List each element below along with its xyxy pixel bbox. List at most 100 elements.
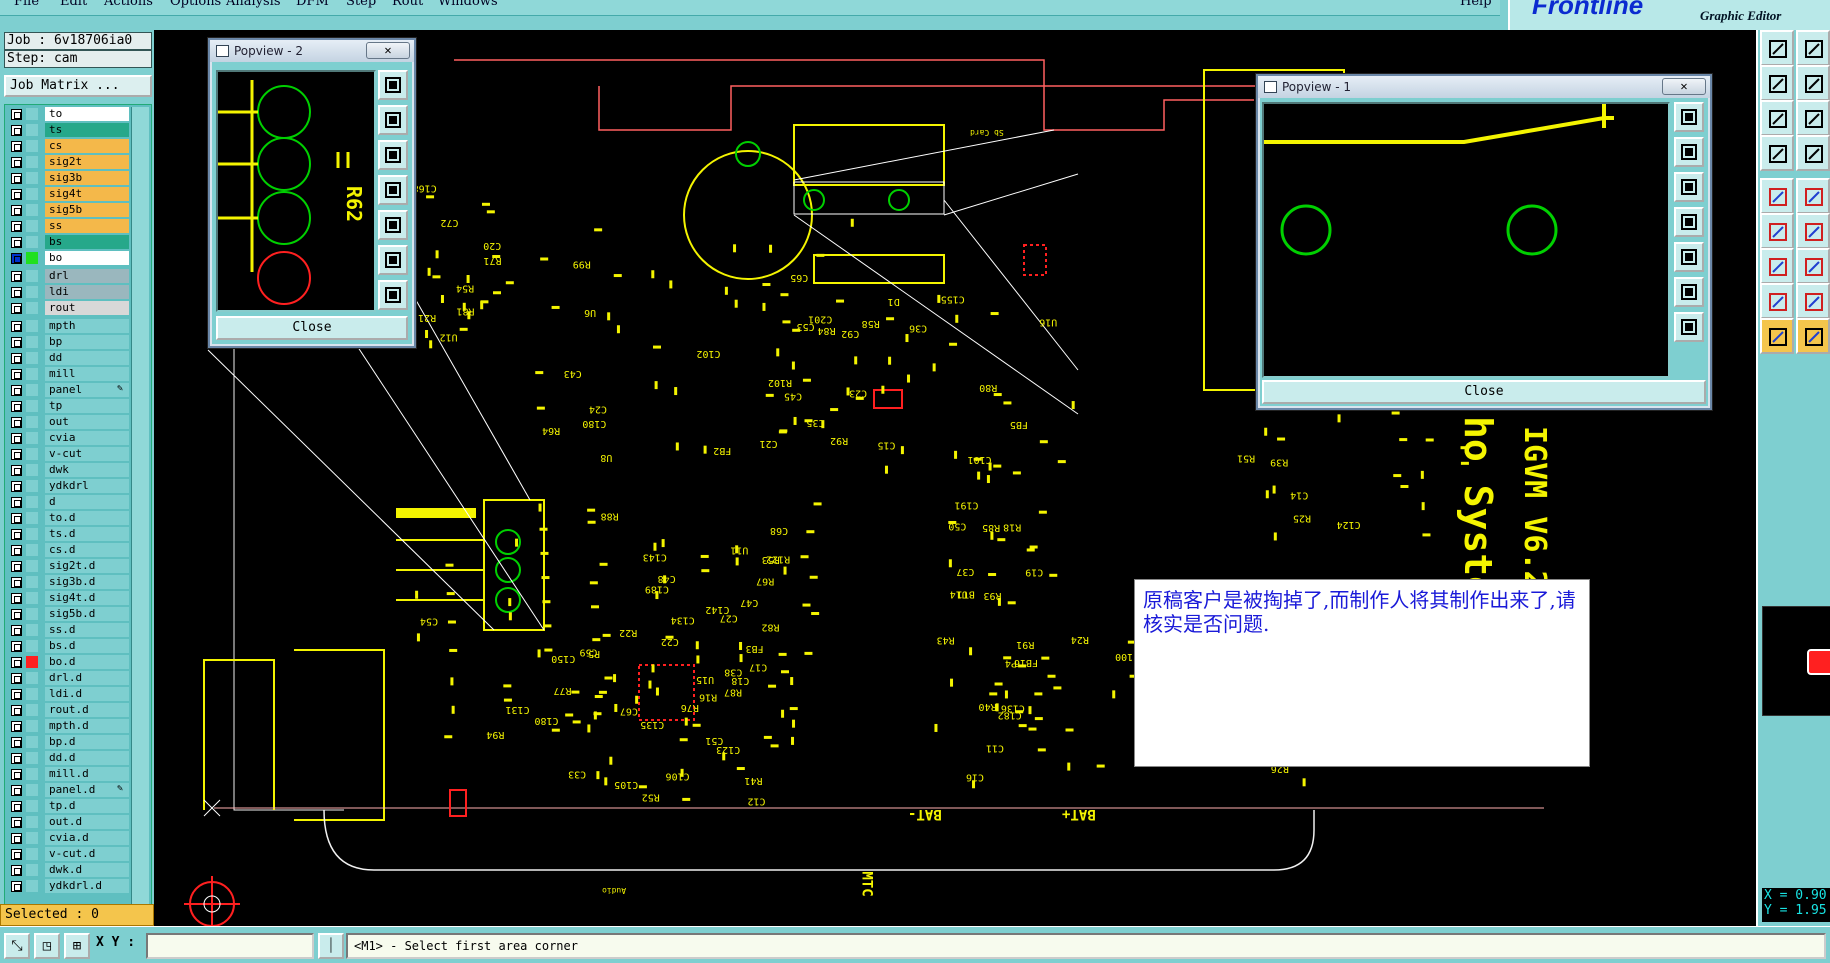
layer-row[interactable]: sig4t [7, 187, 129, 201]
layer-checkbox[interactable] [11, 401, 22, 412]
triangle-icon[interactable] [1760, 283, 1794, 319]
popview-2-viewport[interactable]: R62 [216, 70, 376, 312]
layer-color-swatch[interactable] [26, 512, 38, 524]
layer-row[interactable]: sig3b.d [7, 575, 129, 589]
layer-color-swatch[interactable] [26, 320, 38, 332]
layer-row[interactable]: tp [7, 399, 129, 413]
menu-step[interactable]: Step [346, 0, 376, 9]
layer-row[interactable]: drl [7, 269, 129, 283]
layer-row[interactable]: sig2t.d [7, 559, 129, 573]
menu-dfm[interactable]: DFM [296, 0, 329, 9]
layer-row[interactable]: out [7, 415, 129, 429]
layer-color-swatch[interactable] [26, 672, 38, 684]
popview-2-view-button[interactable] [378, 105, 408, 135]
job-matrix-button[interactable]: Job Matrix ... [4, 75, 152, 97]
layer-checkbox[interactable] [11, 369, 22, 380]
layer-checkbox[interactable] [11, 157, 22, 168]
layer-row[interactable]: ts.d [7, 527, 129, 541]
layer-color-swatch[interactable] [26, 286, 38, 298]
layer-color-swatch[interactable] [26, 336, 38, 348]
xy-enter-button[interactable]: ⏐ [318, 933, 344, 959]
layer-row[interactable]: cvia.d [7, 831, 129, 845]
layer-row[interactable]: panel ✎ [7, 383, 129, 397]
layer-row[interactable]: ss [7, 219, 129, 233]
popview-1-view-button[interactable] [1674, 242, 1704, 272]
tool-icon[interactable] [1796, 318, 1830, 354]
popview-1-close-button[interactable]: Close [1262, 380, 1706, 404]
layer-color-swatch[interactable] [26, 656, 38, 668]
menu-windows[interactable]: Windows [438, 0, 498, 9]
edit-icon[interactable] [1760, 213, 1794, 249]
layer-scrollbar[interactable] [131, 107, 149, 913]
popview-2-view-button[interactable] [378, 210, 408, 240]
popview-1-view-button[interactable] [1674, 312, 1704, 342]
popview-1-titlebar[interactable]: Popview - 1 [1258, 76, 1710, 98]
layer-checkbox[interactable] [11, 141, 22, 152]
layer-checkbox[interactable] [11, 109, 22, 120]
layer-checkbox[interactable] [11, 609, 22, 620]
layer-color-swatch[interactable] [26, 252, 38, 264]
layer-checkbox[interactable] [11, 465, 22, 476]
popview-1-view-button[interactable] [1674, 207, 1704, 237]
layer-checkbox[interactable] [11, 497, 22, 508]
layer-checkbox[interactable] [11, 271, 22, 282]
layer-row[interactable]: v-cut [7, 447, 129, 461]
line-icon[interactable] [1760, 248, 1794, 284]
menu-options[interactable]: Options [170, 0, 221, 9]
popview-1-close-x-button[interactable]: ✕ [1662, 78, 1706, 95]
layer-checkbox[interactable] [11, 769, 22, 780]
layer-color-swatch[interactable] [26, 704, 38, 716]
layer-row[interactable]: to.d [7, 511, 129, 525]
layer-row[interactable]: sig2t [7, 155, 129, 169]
layer-checkbox[interactable] [11, 817, 22, 828]
layer-row[interactable]: mpth.d [7, 719, 129, 733]
layer-row[interactable]: d [7, 495, 129, 509]
layer-checkbox[interactable] [11, 721, 22, 732]
layer-checkbox[interactable] [11, 321, 22, 332]
layer-checkbox[interactable] [11, 753, 22, 764]
layer-color-swatch[interactable] [26, 124, 38, 136]
menu-edit[interactable]: Edit [60, 0, 87, 9]
layer-checkbox[interactable] [11, 237, 22, 248]
layer-row[interactable]: dd.d [7, 751, 129, 765]
layer-color-swatch[interactable] [26, 816, 38, 828]
layer-row[interactable]: sig4t.d [7, 591, 129, 605]
fit-icon[interactable] [1760, 65, 1794, 101]
layer-row[interactable]: dwk.d [7, 863, 129, 877]
layer-row[interactable]: cs.d [7, 543, 129, 557]
layer-checkbox[interactable] [11, 513, 22, 524]
layer-row[interactable]: sig5b.d [7, 607, 129, 621]
layer-color-swatch[interactable] [26, 384, 38, 396]
layer-color-swatch[interactable] [26, 752, 38, 764]
arc-icon[interactable] [1796, 248, 1830, 284]
select-icon[interactable] [1796, 135, 1830, 171]
layer-row[interactable]: bp.d [7, 735, 129, 749]
layer-checkbox[interactable] [11, 561, 22, 572]
layer-checkbox[interactable] [11, 433, 22, 444]
popview-2-view-button[interactable] [378, 280, 408, 310]
undo-icon[interactable] [1796, 100, 1830, 136]
layer-color-swatch[interactable] [26, 416, 38, 428]
zoom-in-icon[interactable] [1760, 30, 1794, 66]
popview-2-view-button[interactable] [378, 175, 408, 205]
layer-color-swatch[interactable] [26, 188, 38, 200]
menu-help[interactable]: Help [1460, 0, 1492, 9]
layer-color-swatch[interactable] [26, 688, 38, 700]
layers-icon[interactable] [1760, 135, 1794, 171]
layer-checkbox[interactable] [11, 287, 22, 298]
layer-row[interactable]: to [7, 107, 129, 121]
layer-color-swatch[interactable] [26, 864, 38, 876]
overview-preview[interactable] [1762, 606, 1830, 716]
grid-button[interactable]: ⊞ [64, 933, 90, 959]
layer-row[interactable]: dwk [7, 463, 129, 477]
layer-checkbox[interactable] [11, 385, 22, 396]
layer-color-swatch[interactable] [26, 608, 38, 620]
layer-row[interactable]: mill.d [7, 767, 129, 781]
layer-color-swatch[interactable] [26, 172, 38, 184]
layer-checkbox[interactable] [11, 205, 22, 216]
popview-2-view-button[interactable] [378, 70, 408, 100]
layer-row[interactable]: rout [7, 301, 129, 315]
snap-button[interactable]: ◳ [34, 933, 60, 959]
layer-row[interactable]: bp [7, 335, 129, 349]
popview-2-view-button[interactable] [378, 140, 408, 170]
